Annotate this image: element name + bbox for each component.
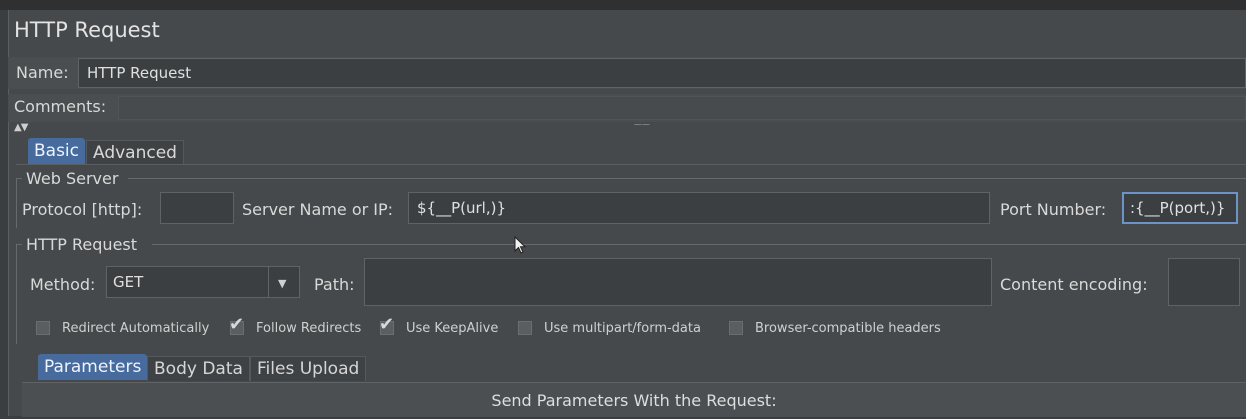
- mouse-cursor-icon: [514, 236, 527, 254]
- page-title: HTTP Request: [14, 18, 160, 42]
- server-name-field[interactable]: ${__P(url,)}: [408, 192, 990, 224]
- use-multipart-checkbox[interactable]: [518, 321, 532, 335]
- collapse-arrows-icon[interactable]: ▲▼: [14, 122, 28, 133]
- content-encoding-label: Content encoding:: [1000, 275, 1148, 294]
- http-request-group-border: [16, 244, 17, 344]
- tab-parameters[interactable]: Parameters: [38, 354, 148, 380]
- comments-label: Comments:: [14, 97, 107, 116]
- use-keepalive-label: Use KeepAlive: [406, 321, 499, 336]
- checkmark-icon: ✔: [229, 314, 245, 335]
- redirect-automatically-checkbox[interactable]: [36, 321, 50, 335]
- chevron-down-icon[interactable]: ▼: [278, 277, 286, 290]
- tab-files-upload[interactable]: Files Upload: [250, 356, 367, 381]
- comments-field[interactable]: [118, 96, 1246, 120]
- tab-body-data[interactable]: Body Data: [147, 356, 250, 381]
- http-request-group-border: [152, 244, 1246, 245]
- tab-basic[interactable]: Basic: [28, 138, 86, 164]
- content-encoding-field[interactable]: [1168, 258, 1240, 306]
- protocol-field[interactable]: [160, 192, 234, 224]
- redirect-automatically-label: Redirect Automatically: [62, 321, 210, 336]
- http-request-legend: HTTP Request: [26, 235, 138, 254]
- web-server-group-border: [16, 178, 17, 228]
- method-select-divider: [268, 267, 269, 297]
- name-label: Name:: [16, 63, 69, 82]
- window-top-bar: [0, 0, 1246, 10]
- port-number-label: Port Number:: [1000, 200, 1107, 219]
- method-label: Method:: [30, 275, 96, 294]
- method-select[interactable]: GET: [106, 266, 300, 298]
- protocol-label: Protocol [http]:: [22, 200, 143, 219]
- follow-redirects-label: Follow Redirects: [256, 321, 362, 336]
- path-label: Path:: [314, 275, 355, 294]
- checkmark-icon: ✔: [379, 314, 395, 335]
- browser-compatible-headers-label: Browser-compatible headers: [755, 321, 941, 336]
- parameters-table-header: Send Parameters With the Request:: [22, 382, 1246, 417]
- web-server-legend: Web Server: [26, 169, 119, 188]
- port-number-field[interactable]: :{__P(port,)}: [1122, 192, 1238, 224]
- splitter-grip-icon[interactable]: ⁓⁓: [634, 120, 650, 129]
- path-field[interactable]: [364, 258, 992, 306]
- browser-compatible-headers-checkbox[interactable]: [729, 321, 743, 335]
- tab-advanced[interactable]: Advanced: [86, 140, 184, 165]
- name-field[interactable]: HTTP Request: [78, 58, 1246, 88]
- server-name-label: Server Name or IP:: [242, 200, 394, 219]
- web-server-group-border: [128, 178, 1246, 179]
- use-multipart-label: Use multipart/form-data: [544, 321, 701, 336]
